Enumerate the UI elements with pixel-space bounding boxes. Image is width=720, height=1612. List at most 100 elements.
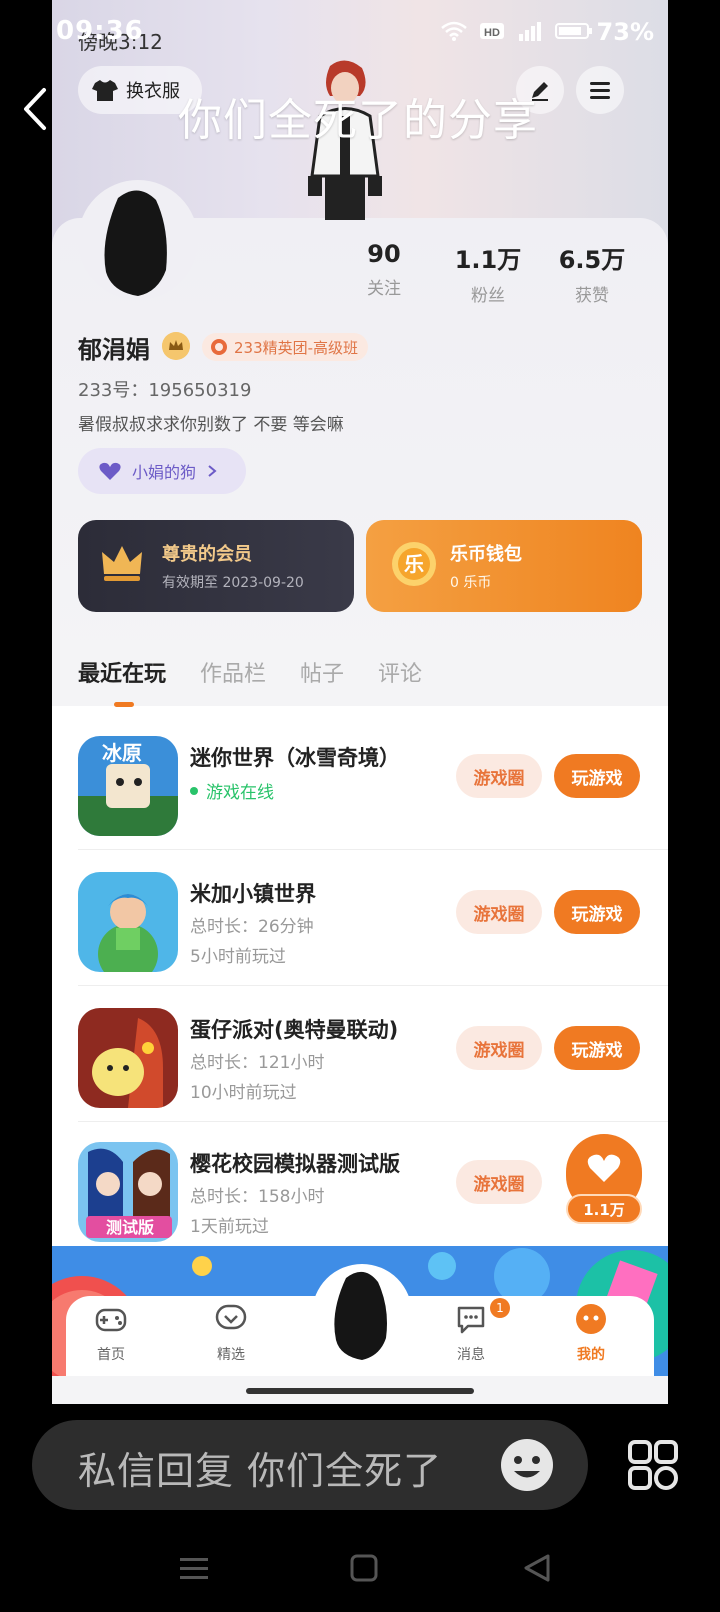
stat-value: 1.1万	[454, 246, 522, 274]
heart-icon	[587, 1154, 621, 1182]
play-game-button[interactable]: 玩游戏	[554, 890, 640, 934]
game-last-played: 10小时前玩过	[190, 1083, 297, 1103]
user-bio: 暑假叔叔求求你别数了 不要 等会嘛	[78, 415, 344, 435]
nav-label: 首页	[97, 1347, 125, 1363]
game-icon: 冰原	[78, 736, 178, 836]
stat-likes[interactable]: 6.5万 获赞	[542, 240, 642, 306]
game-icon	[78, 872, 178, 972]
emoji-icon[interactable]	[498, 1436, 556, 1494]
menu-button[interactable]	[576, 66, 624, 114]
svg-text:HD: HD	[484, 27, 500, 39]
play-game-button[interactable]: 玩游戏	[554, 1026, 640, 1070]
stat-value: 6.5万	[558, 246, 626, 274]
game-last-played: 1天前玩过	[190, 1217, 269, 1237]
nav-center-avatar[interactable]	[312, 1264, 412, 1364]
list-item[interactable]: 米加小镇世界 总时长：26分钟 5小时前玩过 游戏圈 玩游戏	[52, 848, 668, 986]
hd-icon: HD	[480, 23, 504, 39]
gamepad-icon	[95, 1308, 127, 1332]
back-arrow-icon[interactable]	[20, 86, 50, 132]
nav-label: 我的	[577, 1347, 605, 1363]
home-indicator	[246, 1388, 474, 1394]
recents-icon[interactable]	[176, 1548, 212, 1588]
game-circle-button[interactable]: 游戏圈	[456, 1026, 542, 1070]
wifi-icon	[441, 21, 467, 41]
game-title: 樱花校园模拟器测试版	[190, 1152, 400, 1176]
user-id: 233号：195650319	[78, 380, 252, 401]
list-item[interactable]: 冰原 迷你世界（冰雪奇境） 游戏在线 游戏圈 玩游戏	[52, 712, 668, 850]
status-icons: HD	[440, 20, 594, 42]
tab-posts[interactable]: 帖子	[300, 656, 344, 688]
face-icon	[576, 1304, 606, 1334]
battery-percent: 73%	[596, 18, 654, 46]
game-playtime: 总时长：121小时	[190, 1053, 325, 1073]
user-avatar[interactable]	[78, 180, 198, 300]
fan-group-chip[interactable]: 小娟的狗	[78, 448, 246, 494]
nav-featured[interactable]: 精选	[196, 1302, 266, 1364]
game-playtime: 总时长：158小时	[190, 1187, 325, 1207]
tab-works[interactable]: 作品栏	[200, 656, 266, 688]
play-game-button[interactable]: 玩游戏	[554, 754, 640, 798]
vip-card[interactable]: 尊贵的会员 有效期至 2023-09-20	[78, 520, 354, 612]
game-icon-text: 冰原	[102, 741, 142, 765]
fan-group-label: 小娟的狗	[132, 463, 197, 482]
coin-wallet-card[interactable]: 乐 乐币钱包 0 乐币	[366, 520, 642, 612]
game-circle-button[interactable]: 游戏圈	[456, 754, 542, 798]
user-name: 郁涓娟	[78, 336, 150, 364]
game-circle-button[interactable]: 游戏圈	[456, 1160, 542, 1204]
tab-comments[interactable]: 评论	[378, 656, 422, 688]
stat-following[interactable]: 90 关注	[334, 240, 434, 299]
status-bar: 傍晚3:12 09:36 HD 73%	[0, 0, 720, 60]
battery-icon	[555, 23, 592, 39]
profile-tabs: 最近在玩 作品栏 帖子 评论	[78, 656, 422, 688]
stat-label: 关注	[367, 279, 401, 299]
game-playtime: 总时长：26分钟	[190, 917, 314, 937]
signal-icon	[519, 22, 541, 41]
chevron-right-icon	[208, 465, 217, 477]
home-icon[interactable]	[346, 1548, 382, 1588]
crown-icon	[102, 546, 142, 581]
tab-indicator	[114, 702, 134, 707]
status-time: 09:36	[56, 16, 144, 46]
stat-value: 90	[367, 240, 401, 268]
avatar-silhouette	[104, 190, 167, 296]
stat-label: 粉丝	[471, 286, 505, 306]
avatar-silhouette	[334, 1271, 387, 1360]
stat-followers[interactable]: 1.1万 粉丝	[438, 240, 538, 306]
coin-char: 乐	[404, 552, 424, 576]
vip-expiry: 有效期至 2023-09-20	[162, 575, 304, 591]
badge-icon	[211, 339, 227, 355]
game-circle-button[interactable]: 游戏圈	[456, 890, 542, 934]
message-badge: 1	[490, 1298, 510, 1318]
list-item[interactable]: 蛋仔派对(奥特曼联动) 总时长：121小时 10小时前玩过 游戏圈 玩游戏	[52, 984, 668, 1122]
like-count: 1.1万	[566, 1194, 642, 1224]
group-tag[interactable]: 233精英团-高级班	[202, 333, 369, 361]
tab-recent[interactable]: 最近在玩	[78, 656, 166, 688]
group-tag-label: 233精英团-高级班	[234, 338, 359, 357]
heart-icon	[99, 462, 121, 480]
game-last-played: 5小时前玩过	[190, 947, 286, 967]
wardrobe-label: 换衣服	[126, 81, 180, 102]
more-grid-icon[interactable]	[624, 1436, 682, 1494]
heart-chat-icon	[215, 1304, 247, 1330]
online-dot-icon	[190, 786, 198, 795]
game-online-status: 游戏在线	[190, 778, 274, 803]
coin-title: 乐币钱包	[450, 544, 522, 565]
nav-label: 消息	[457, 1347, 485, 1363]
back-icon[interactable]	[520, 1548, 556, 1588]
crown-icon	[162, 332, 190, 360]
coin-balance: 0 乐币	[450, 575, 492, 591]
online-label: 游戏在线	[206, 783, 274, 803]
game-icon	[78, 1008, 178, 1108]
tshirt-icon	[92, 80, 118, 101]
menu-icon	[590, 82, 610, 99]
nav-me[interactable]: 我的	[556, 1302, 626, 1364]
game-icon-text: 测试版	[106, 1218, 154, 1237]
nav-home[interactable]: 首页	[76, 1302, 146, 1364]
reply-placeholder: 私信回复 你们全死了	[78, 1449, 443, 1493]
share-title: 你们全死了的分享	[178, 95, 538, 146]
nav-label: 精选	[217, 1347, 245, 1363]
game-title: 迷你世界（冰雪奇境）	[190, 746, 400, 770]
stat-label: 获赞	[575, 286, 609, 306]
vip-title: 尊贵的会员	[162, 544, 252, 565]
coin-icon: 乐	[392, 542, 436, 586]
